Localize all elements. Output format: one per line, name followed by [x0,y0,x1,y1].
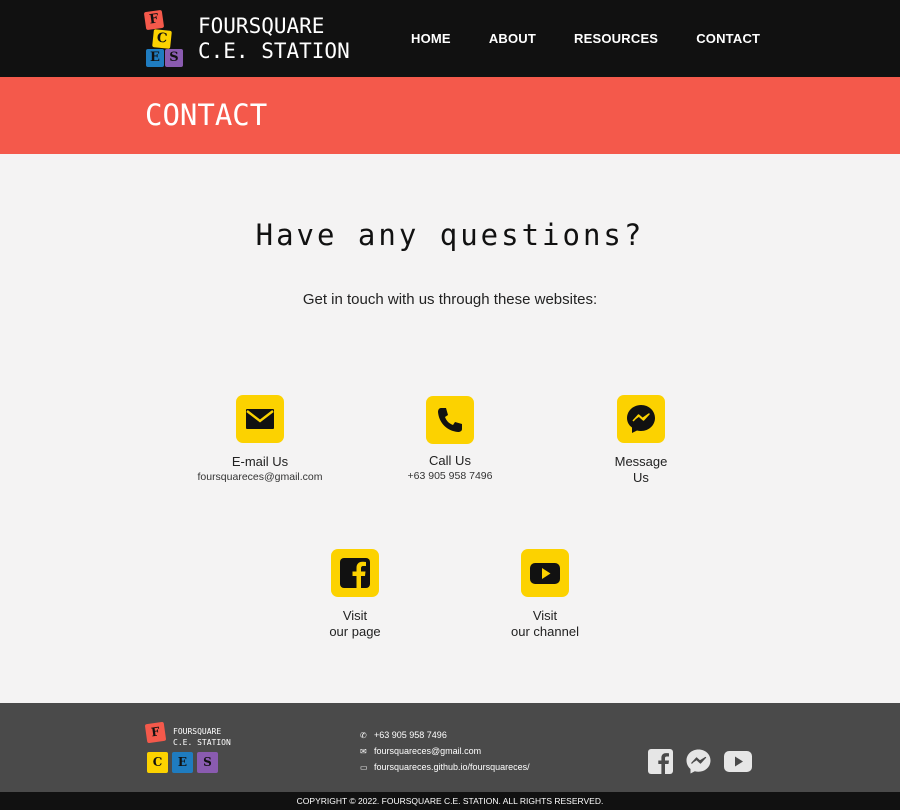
phone-number: +63 905 958 7496 [407,470,493,482]
youtube-label-line1: Visit [532,608,558,623]
page-title: CONTACT [145,98,268,132]
logo-tile-f: F [143,9,165,31]
messenger-icon[interactable] [685,749,712,778]
footer-logo-title: FOURSQUARE C.E. STATION [173,726,231,748]
phone-icon[interactable] [426,396,474,444]
logo-title: FOURSQUARE C.E. STATION [198,14,350,64]
logo-title-line2: C.E. STATION [198,39,350,63]
footer-phone: +63 905 958 7496 [374,730,447,740]
youtube-label-line2: our channel [511,624,579,639]
logo-tile-s: S [165,49,183,67]
questions-heading: Have any questions? [255,218,645,252]
facebook-label-line1: Visit [342,608,368,623]
nav-home[interactable]: HOME [411,31,451,46]
main-nav: HOME ABOUT RESOURCES CONTACT [411,31,798,46]
footer-tile-s: S [197,752,218,773]
footer-phone-row: ✆ +63 905 958 7496 [360,727,530,743]
logo-tile-c: C [152,29,172,49]
facebook-icon[interactable] [648,749,673,778]
questions-subheading: Get in touch with us through these websi… [302,291,598,308]
footer-website[interactable]: foursquareces.github.io/foursquareces/ [374,762,530,772]
youtube-icon[interactable] [521,549,569,597]
copyright-bar: COPYRIGHT © 2022. FOURSQUARE C.E. STATIO… [0,792,900,810]
email-address: foursquareces@gmail.com [197,471,323,483]
footer-logo-tiles: F C E S FOURSQUARE C.E. STATION [144,721,231,775]
site-logo[interactable]: F C E S FOURSQUARE C.E. STATION [143,9,350,68]
facebook-icon[interactable] [331,549,379,597]
email-label: E-mail Us [231,454,289,469]
logo-tile-e: E [146,49,164,67]
contact-card-email[interactable]: E-mail Us foursquareces@gmail.com [170,395,350,483]
footer-logo-line2: C.E. STATION [173,738,231,747]
contact-card-messenger[interactable]: Message Us [551,395,731,486]
contact-card-facebook[interactable]: Visit our page [265,549,445,640]
logo-tiles: F C E S [143,9,185,68]
contact-card-call[interactable]: Call Us +63 905 958 7496 [360,396,540,482]
footer-tile-e: E [172,752,193,773]
youtube-icon[interactable] [724,749,752,778]
footer-contacts: ✆ +63 905 958 7496 ✉ foursquareces@gmail… [360,727,530,775]
logo-title-line1: FOURSQUARE [198,14,325,38]
footer-email-row: ✉ foursquareces@gmail.com [360,743,530,759]
footer-logo[interactable]: F C E S FOURSQUARE C.E. STATION [144,721,231,775]
messenger-icon[interactable] [617,395,665,443]
footer-social [648,749,764,778]
nav-resources[interactable]: RESOURCES [574,31,658,46]
top-navbar: F C E S FOURSQUARE C.E. STATION HOME ABO… [0,0,900,77]
page-banner: CONTACT [0,77,900,154]
phone-icon: ✆ [360,730,367,740]
footer-tile-c: C [147,752,168,773]
contact-card-youtube[interactable]: Visit our channel [455,549,635,640]
footer-website-row: ▭ foursquareces.github.io/foursquareces/ [360,759,530,775]
message-label-line1: Message [614,454,668,469]
nav-about[interactable]: ABOUT [489,31,536,46]
footer-email[interactable]: foursquareces@gmail.com [374,746,481,756]
envelope-icon[interactable] [236,395,284,443]
facebook-label-line2: our page [329,624,381,639]
call-label: Call Us [429,453,471,468]
message-label-line2: Us [633,470,649,485]
footer-logo-line1: FOURSQUARE [173,727,222,736]
nav-contact[interactable]: CONTACT [696,31,760,46]
envelope-icon: ✉ [360,746,367,756]
site-footer: F C E S FOURSQUARE C.E. STATION ✆ +63 90… [0,703,900,792]
laptop-icon: ▭ [360,762,368,772]
